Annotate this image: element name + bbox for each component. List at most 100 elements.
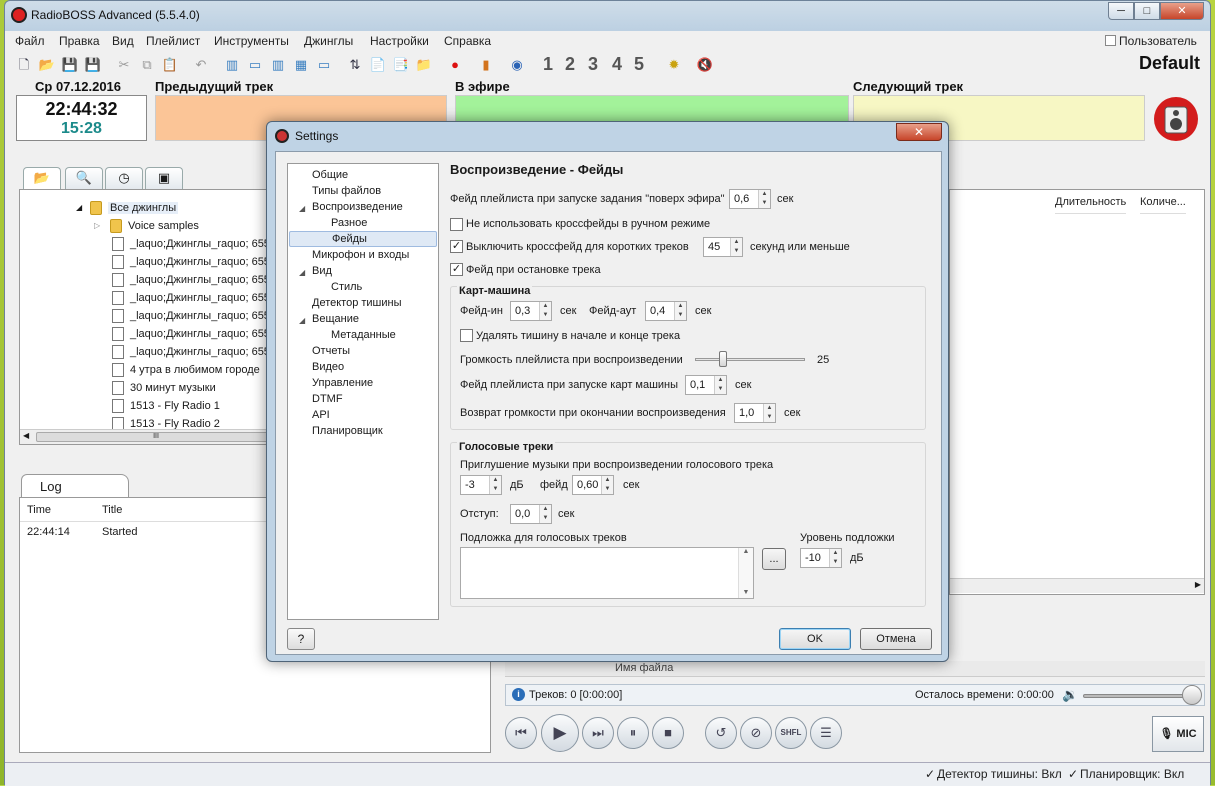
menu-playlist[interactable]: Плейлист (146, 34, 200, 48)
menu-jingles[interactable]: Джинглы (304, 34, 353, 48)
layout3-icon[interactable]: ▥ (269, 56, 287, 74)
tab-search[interactable]: 🔍 (65, 167, 103, 189)
layout4-icon[interactable]: ▦ (292, 56, 310, 74)
spin-arrows-icon[interactable]: ▲ ▼ (763, 404, 775, 422)
expand-arrow-icon[interactable]: ▷ (94, 221, 100, 230)
spin-arrows-icon[interactable]: ▲ ▼ (674, 302, 686, 320)
menu-file[interactable]: Файл (15, 34, 45, 48)
scroll-left-icon[interactable]: ◀ (23, 431, 29, 440)
scroll-right-icon[interactable]: ▶ (1195, 580, 1201, 589)
tree-item[interactable]: _laquo;Джинглы_raquo; 655 (20, 254, 280, 272)
playlist-volume-knob[interactable] (718, 351, 727, 367)
save-as-icon[interactable]: 💾 (84, 56, 102, 74)
nav-scheduler[interactable]: Планировщик (312, 425, 383, 441)
menu-settings[interactable]: Настройки (370, 34, 429, 48)
tree-item[interactable]: _laquo;Джинглы_raquo; 655 (20, 272, 280, 290)
log-tab[interactable]: Log (21, 474, 129, 498)
playlist-volume-slider[interactable] (695, 358, 805, 361)
nav-broadcast[interactable]: Вещание (312, 313, 359, 329)
restore-volume-input[interactable]: 1,0 ▲ ▼ (734, 403, 776, 423)
tree-item[interactable]: _laquo;Джинглы_raquo; 655 (20, 236, 280, 254)
col-duration[interactable]: Длительность (1055, 190, 1127, 214)
close-button[interactable]: ✕ (1160, 2, 1204, 20)
spin-arrows-icon[interactable]: ▲ ▼ (539, 505, 551, 523)
playlist-4-button[interactable]: 4 (612, 54, 622, 75)
tree-item[interactable]: _laquo;Джинглы_raquo; 655 (20, 326, 280, 344)
voice-bed-field[interactable]: ▲ ▼ (460, 547, 754, 599)
tree-item[interactable]: _laquo;Джинглы_raquo; 655 (20, 344, 280, 362)
stop-button[interactable]: ■ (652, 717, 684, 749)
add-tracks-icon[interactable]: ⇅ (346, 56, 364, 74)
nav-control[interactable]: Управление (312, 377, 373, 393)
help-button[interactable]: ? (287, 628, 315, 650)
play-button[interactable]: ▶ (541, 714, 579, 752)
menu-view[interactable]: Вид (112, 34, 134, 48)
nav-style[interactable]: Стиль (331, 281, 362, 297)
cancel-button[interactable]: Отмена (860, 628, 932, 650)
nav-silence-detector[interactable]: Детектор тишины (312, 297, 402, 313)
voice-fade-input[interactable]: 0,60 ▲ ▼ (572, 475, 614, 495)
playlist-3-button[interactable]: 3 (588, 54, 598, 75)
minimize-button[interactable]: ─ (1108, 2, 1134, 20)
scroll-up-icon[interactable]: ▲ (739, 548, 753, 555)
menu-edit[interactable]: Правка (59, 34, 100, 48)
fade-on-top-input[interactable]: 0,6 ▲ ▼ (729, 189, 771, 209)
settings-close-button[interactable]: ✕ (896, 123, 942, 141)
ok-button[interactable]: OK (779, 628, 851, 650)
offset-input[interactable]: 0,0 ▲ ▼ (510, 504, 552, 524)
disable-crossfade-short-checkbox[interactable]: ✓ (450, 240, 463, 253)
nav-file-types[interactable]: Типы файлов (312, 185, 381, 201)
playlist-gen-icon[interactable]: 📁 (415, 56, 433, 74)
ducking-input[interactable]: -3 ▲ ▼ (460, 475, 502, 495)
mute-icon[interactable]: 🔇 (696, 56, 714, 74)
spin-arrows-icon[interactable]: ▲ ▼ (730, 238, 742, 256)
silence-detector-status[interactable]: Детектор тишины: Вкл (937, 767, 1062, 781)
tab-history[interactable]: ◷ (105, 167, 143, 189)
pause-button[interactable]: ⏸ (617, 717, 649, 749)
tree-item[interactable]: _laquo;Джинглы_raquo; 655 (20, 290, 280, 308)
save-icon[interactable]: 💾 (61, 56, 79, 74)
globe-icon[interactable]: ◉ (508, 56, 526, 74)
record-icon[interactable]: ● (446, 56, 464, 74)
playlist-hscroll[interactable]: ▶ (950, 578, 1204, 593)
volume-knob[interactable] (1182, 685, 1202, 705)
voice-bed-scrollbar[interactable]: ▲ ▼ (738, 548, 753, 598)
tab-folder[interactable]: 📂 (23, 167, 61, 189)
mic-button[interactable]: 🎙 MIC (1152, 716, 1204, 752)
open-icon[interactable]: 📂 (38, 56, 56, 74)
collapse-arrow-icon[interactable]: ◢ (299, 268, 305, 277)
log-col-title[interactable]: Title (102, 504, 122, 516)
spin-arrows-icon[interactable]: ▲ ▼ (489, 476, 501, 494)
settings-gear-icon[interactable]: ✹ (665, 56, 683, 74)
nav-api[interactable]: API (312, 409, 330, 425)
voice-bed-browse-button[interactable]: ... (762, 548, 786, 570)
fade-on-stop-checkbox[interactable]: ✓ (450, 263, 463, 276)
nav-playback[interactable]: Воспроизведение (312, 201, 403, 217)
nav-general[interactable]: Общие (312, 169, 348, 185)
no-crossfade-manual-checkbox[interactable] (450, 218, 463, 231)
prev-track-button[interactable]: ⏮ (505, 717, 537, 749)
short-track-seconds-input[interactable]: 45 ▲ ▼ (703, 237, 743, 257)
nav-metadata[interactable]: Метаданные (331, 329, 396, 345)
tree-item-all-jingles[interactable]: ◢ Все джинглы (20, 200, 280, 218)
shuffle-button[interactable]: SHFL (775, 717, 807, 749)
spin-arrows-icon[interactable]: ▲ ▼ (601, 476, 613, 494)
spin-arrows-icon[interactable]: ▲ ▼ (829, 549, 841, 567)
scroll-thumb[interactable]: III (36, 432, 276, 442)
block-button[interactable]: ⊘ (740, 717, 772, 749)
menu-help[interactable]: Справка (444, 34, 491, 48)
nav-fades[interactable]: Фейды (289, 231, 437, 247)
layout5-icon[interactable]: ▭ (315, 56, 333, 74)
undo-icon[interactable]: ↶ (192, 56, 210, 74)
fade-out-input[interactable]: 0,4 ▲ ▼ (645, 301, 687, 321)
playlist-1-button[interactable]: 1 (543, 54, 553, 75)
menu-tools[interactable]: Инструменты (214, 34, 289, 48)
playlist-5-button[interactable]: 5 (634, 54, 644, 75)
spin-arrows-icon[interactable]: ▲ ▼ (539, 302, 551, 320)
layout1-icon[interactable]: ▥ (223, 56, 241, 74)
tree-item-voice-samples[interactable]: ▷ Voice samples (20, 218, 280, 236)
nav-video[interactable]: Видео (312, 361, 344, 377)
tab-cart[interactable]: ▣ (145, 167, 183, 189)
nav-mic-inputs[interactable]: Микрофон и входы (312, 249, 409, 265)
next-track-button[interactable]: ⏭ (582, 717, 614, 749)
